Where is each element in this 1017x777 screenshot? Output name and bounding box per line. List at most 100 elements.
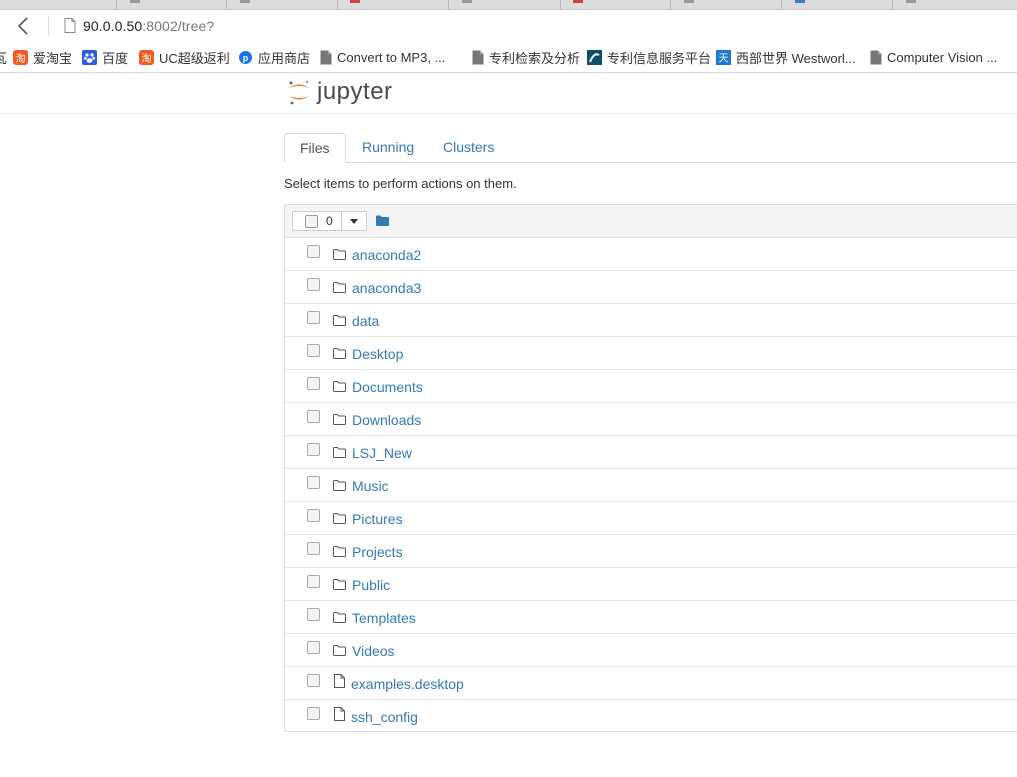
- row-checkbox[interactable]: [307, 344, 320, 357]
- file-row[interactable]: Music: [285, 469, 1017, 502]
- bookmark-item[interactable]: 淘 UC超级返利: [139, 48, 230, 66]
- folder-link[interactable]: data: [352, 313, 379, 329]
- dashboard-tabs: Files Running Clusters: [284, 133, 1017, 163]
- bookmark-item[interactable]: 专利检索及分析: [472, 48, 580, 66]
- file-row[interactable]: anaconda3: [285, 271, 1017, 304]
- file-row[interactable]: examples.desktop: [285, 667, 1017, 700]
- browser-tab[interactable]: [462, 0, 472, 3]
- bookmark-label: 专利检索及分析: [489, 50, 581, 66]
- folder-link[interactable]: Projects: [352, 544, 403, 560]
- bookmark-cutoff[interactable]: 瓦: [0, 48, 7, 66]
- folder-icon: [333, 346, 346, 364]
- url-field[interactable]: 90.0.0.50:8002/tree?: [83, 18, 214, 34]
- bookmark-item[interactable]: 百度: [82, 48, 128, 66]
- taobao-icon: 淘: [13, 49, 28, 65]
- file-icon: [334, 674, 345, 693]
- row-checkbox[interactable]: [307, 674, 320, 687]
- file-row[interactable]: Downloads: [285, 403, 1017, 436]
- bookmark-item[interactable]: 淘 爱淘宝: [13, 48, 72, 66]
- file-link[interactable]: examples.desktop: [351, 676, 464, 692]
- bookmark-label: 应用商店: [258, 50, 311, 66]
- browser-tab[interactable]: [130, 0, 140, 3]
- file-row[interactable]: Pictures: [285, 502, 1017, 535]
- tab-running[interactable]: Running: [347, 133, 429, 162]
- taobao-icon: 淘: [139, 49, 154, 65]
- browser-tab[interactable]: [350, 0, 360, 3]
- file-row[interactable]: LSJ_New: [285, 436, 1017, 469]
- document-icon: [870, 50, 882, 64]
- row-checkbox[interactable]: [307, 707, 320, 720]
- app-store-icon: p: [239, 50, 252, 64]
- row-checkbox[interactable]: [307, 443, 320, 456]
- row-checkbox[interactable]: [307, 278, 320, 291]
- browser-tab[interactable]: [573, 0, 583, 3]
- row-checkbox[interactable]: [307, 575, 320, 588]
- folder-link[interactable]: Desktop: [352, 346, 403, 362]
- address-bar: 90.0.0.50:8002/tree?: [0, 10, 1017, 42]
- browser-tab[interactable]: [240, 0, 250, 3]
- folder-link[interactable]: Videos: [352, 643, 395, 659]
- bookmark-label: 爱淘宝: [33, 50, 73, 66]
- file-icon: [334, 707, 345, 726]
- folder-link[interactable]: anaconda2: [352, 247, 421, 263]
- row-checkbox[interactable]: [307, 245, 320, 258]
- folder-link[interactable]: Downloads: [352, 412, 421, 428]
- file-row[interactable]: data: [285, 304, 1017, 337]
- browser-tab[interactable]: [906, 0, 916, 3]
- folder-icon: [333, 445, 346, 463]
- tab-files[interactable]: Files: [284, 133, 346, 163]
- westworld-icon: 天: [716, 49, 731, 65]
- bookmark-item[interactable]: p 应用商店: [238, 48, 310, 66]
- row-checkbox[interactable]: [307, 608, 320, 621]
- tab-clusters[interactable]: Clusters: [428, 133, 509, 162]
- file-list: 0 anaconda2 anaconda3 data Desktop Documents…: [284, 204, 1017, 732]
- tab-divider: [670, 0, 671, 9]
- row-checkbox[interactable]: [307, 509, 320, 522]
- folder-icon: [333, 544, 346, 562]
- folder-icon: [333, 379, 346, 397]
- folder-icon: [333, 313, 346, 331]
- tab-divider: [116, 0, 117, 9]
- file-row[interactable]: Templates: [285, 601, 1017, 634]
- folder-link[interactable]: Music: [352, 478, 389, 494]
- home-folder-icon[interactable]: [376, 213, 389, 231]
- folder-link[interactable]: anaconda3: [352, 280, 421, 296]
- row-checkbox[interactable]: [307, 641, 320, 654]
- folder-link[interactable]: Public: [352, 577, 390, 593]
- browser-tab[interactable]: [684, 0, 694, 3]
- file-row[interactable]: Documents: [285, 370, 1017, 403]
- select-all-button[interactable]: 0: [292, 211, 367, 231]
- document-icon: [320, 50, 332, 64]
- row-checkbox[interactable]: [307, 311, 320, 324]
- bookmark-item[interactable]: 专利信息服务平台: [587, 48, 711, 66]
- row-checkbox[interactable]: [307, 476, 320, 489]
- file-row[interactable]: Public: [285, 568, 1017, 601]
- back-button[interactable]: [12, 16, 34, 36]
- selected-count: 0: [326, 214, 333, 228]
- folder-link[interactable]: Pictures: [352, 511, 403, 527]
- folder-link[interactable]: Documents: [352, 379, 423, 395]
- svg-text:p: p: [243, 53, 249, 63]
- folder-link[interactable]: Templates: [352, 610, 416, 626]
- bookmark-item[interactable]: Convert to MP3, ...: [320, 48, 445, 66]
- select-all-checkbox[interactable]: [305, 214, 318, 228]
- row-checkbox[interactable]: [307, 542, 320, 555]
- tab-divider: [560, 0, 561, 9]
- select-dropdown-toggle[interactable]: [341, 212, 366, 230]
- file-row[interactable]: anaconda2: [285, 238, 1017, 271]
- file-row[interactable]: Projects: [285, 535, 1017, 568]
- folder-icon: [333, 247, 346, 265]
- file-row[interactable]: ssh_config: [285, 700, 1017, 733]
- file-link[interactable]: ssh_config: [351, 709, 418, 725]
- file-row[interactable]: Videos: [285, 634, 1017, 667]
- jupyter-header: jupyter: [0, 73, 1017, 114]
- jupyter-logo[interactable]: jupyter: [287, 78, 393, 106]
- row-checkbox[interactable]: [307, 377, 320, 390]
- row-checkbox[interactable]: [307, 410, 320, 423]
- browser-tab[interactable]: [795, 0, 805, 3]
- bookmark-label: 专利信息服务平台: [607, 50, 712, 66]
- bookmark-item[interactable]: Computer Vision ...: [870, 48, 997, 66]
- folder-link[interactable]: LSJ_New: [352, 445, 412, 461]
- file-row[interactable]: Desktop: [285, 337, 1017, 370]
- bookmark-item[interactable]: 天 西部世界 Westworl...: [716, 48, 856, 66]
